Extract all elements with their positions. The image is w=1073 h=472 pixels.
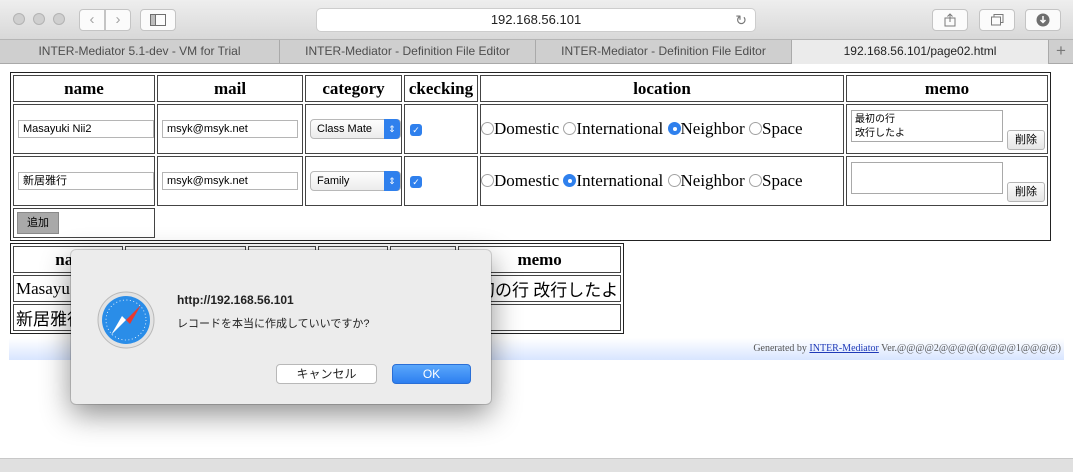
location-radio-neighbor[interactable] [667, 174, 681, 187]
plus-icon: + [1056, 41, 1066, 60]
delete-button[interactable]: 削除 [1007, 130, 1045, 150]
address-bar[interactable]: 192.168.56.101 ↻ [316, 8, 756, 32]
column-header-checking: ckecking [404, 75, 478, 102]
download-icon [1036, 13, 1050, 27]
memo-cell: 削除 [846, 156, 1048, 206]
contact-table: name mail category ckecking location mem… [10, 72, 1051, 241]
checking-checkbox[interactable]: ✓ [410, 176, 422, 188]
name-input[interactable]: 新居雅行 [18, 172, 154, 190]
column-header-location: location [480, 75, 844, 102]
tab-definition-editor-2[interactable]: INTER-Mediator - Definition File Editor [536, 40, 792, 64]
location-radio-space[interactable] [748, 122, 762, 135]
location-radio-international[interactable] [563, 174, 577, 187]
memo-cell: 最初の行 改行したよ削除 [846, 104, 1048, 154]
url-text: 192.168.56.101 [490, 12, 582, 27]
ok-button[interactable]: OK [392, 364, 471, 384]
add-button[interactable]: 追加 [17, 212, 59, 234]
memo-textarea[interactable] [851, 162, 1003, 194]
footer-version: Ver.@@@@2@@@@(@@@@1@@@@) [878, 343, 1061, 354]
category-select[interactable]: Class Mate ⇕ [310, 119, 401, 139]
location-label-space: Space [761, 171, 803, 190]
forward-button[interactable]: › [105, 9, 131, 31]
mail-cell: msyk@msyk.net [157, 104, 303, 154]
location-cell: Domestic International Neighbor Space [480, 104, 844, 154]
share-button[interactable] [932, 9, 968, 31]
location-label-domestic: Domestic [494, 119, 560, 138]
category-cell: Class Mate ⇕ [305, 104, 402, 154]
mail-input[interactable]: msyk@msyk.net [162, 120, 298, 138]
reload-icon[interactable]: ↻ [735, 9, 747, 31]
cancel-button[interactable]: キャンセル [276, 364, 377, 384]
checking-cell: ✓ [404, 156, 478, 206]
column-header-category: category [305, 75, 402, 102]
location-radio-international[interactable] [563, 122, 577, 135]
downloads-button[interactable] [1025, 9, 1061, 31]
name-input[interactable]: Masayuki Nii2 [18, 120, 154, 138]
show-tabs-button[interactable] [979, 9, 1015, 31]
column-header-name: name [13, 75, 155, 102]
add-cell: 追加 [13, 208, 155, 238]
tabs-icon [990, 14, 1003, 26]
delete-button[interactable]: 削除 [1007, 182, 1045, 202]
memo-textarea[interactable]: 最初の行 改行したよ [851, 110, 1003, 142]
category-value: Family [317, 175, 350, 187]
tab-page02[interactable]: 192.168.56.101/page02.html [792, 40, 1049, 64]
location-radio-neighbor[interactable] [667, 122, 681, 135]
inter-mediator-link[interactable]: INTER-Mediator [809, 343, 878, 354]
location-radio-domestic[interactable] [481, 174, 494, 187]
location-label-international: International [576, 119, 664, 138]
location-label-international: International [576, 171, 664, 190]
tab-definition-editor-1[interactable]: INTER-Mediator - Definition File Editor [280, 40, 536, 64]
category-select[interactable]: Family ⇕ [310, 171, 401, 191]
tab-vm-for-trial[interactable]: INTER-Mediator 5.1-dev - VM for Trial [0, 40, 280, 64]
select-arrows-icon: ⇕ [384, 171, 400, 191]
tab-label: INTER-Mediator - Definition File Editor [561, 44, 766, 58]
location-label-domestic: Domestic [494, 171, 560, 190]
category-value: Class Mate [317, 123, 373, 135]
browser-toolbar: ‹ › 192.168.56.101 ↻ [0, 0, 1073, 40]
mail-input[interactable]: msyk@msyk.net [162, 172, 298, 190]
column-header-mail: mail [157, 75, 303, 102]
table-row: 新居雅行 msyk@msyk.net Family ⇕ ✓ Domestic I… [13, 156, 1048, 206]
table-row: Masayuki Nii2 msyk@msyk.net Class Mate ⇕… [13, 104, 1048, 154]
back-button[interactable]: ‹ [79, 9, 105, 31]
status-bar [0, 458, 1073, 472]
dialog-title: http://192.168.56.101 [177, 293, 294, 307]
checking-checkbox[interactable]: ✓ [410, 124, 422, 136]
new-tab-button[interactable]: + [1049, 40, 1073, 64]
tab-label: INTER-Mediator - Definition File Editor [305, 44, 510, 58]
safari-compass-icon [97, 291, 155, 349]
select-arrows-icon: ⇕ [384, 119, 400, 139]
close-window-button[interactable] [13, 13, 25, 25]
checking-cell: ✓ [404, 104, 478, 154]
location-radio-space[interactable] [748, 174, 762, 187]
sidebar-icon [150, 14, 166, 26]
header-row: name mail category ckecking location mem… [13, 75, 1048, 102]
mail-cell: msyk@msyk.net [157, 156, 303, 206]
location-label-neighbor: Neighbor [680, 119, 745, 138]
location-radio-domestic[interactable] [481, 122, 494, 135]
minimize-window-button[interactable] [33, 13, 45, 25]
tab-label: 192.168.56.101/page02.html [843, 44, 997, 58]
sidebar-toggle-button[interactable] [140, 9, 176, 31]
location-label-neighbor: Neighbor [680, 171, 745, 190]
add-row: 追加 [13, 208, 1048, 238]
confirm-dialog: http://192.168.56.101 レコードを本当に作成していいですか?… [71, 250, 491, 404]
name-cell: Masayuki Nii2 [13, 104, 155, 154]
footer-prefix: Generated by [753, 343, 810, 354]
category-cell: Family ⇕ [305, 156, 402, 206]
column-header-memo: memo [846, 75, 1048, 102]
dialog-message: レコードを本当に作成していいですか? [177, 318, 370, 330]
share-icon [944, 13, 956, 27]
location-label-space: Space [761, 119, 803, 138]
zoom-window-button[interactable] [53, 13, 65, 25]
tab-bar: INTER-Mediator 5.1-dev - VM for Trial IN… [0, 40, 1073, 64]
chevron-left-icon: ‹ [89, 11, 95, 28]
name-cell: 新居雅行 [13, 156, 155, 206]
location-cell: Domestic International Neighbor Space [480, 156, 844, 206]
chevron-right-icon: › [115, 11, 121, 28]
tab-label: INTER-Mediator 5.1-dev - VM for Trial [38, 44, 241, 58]
